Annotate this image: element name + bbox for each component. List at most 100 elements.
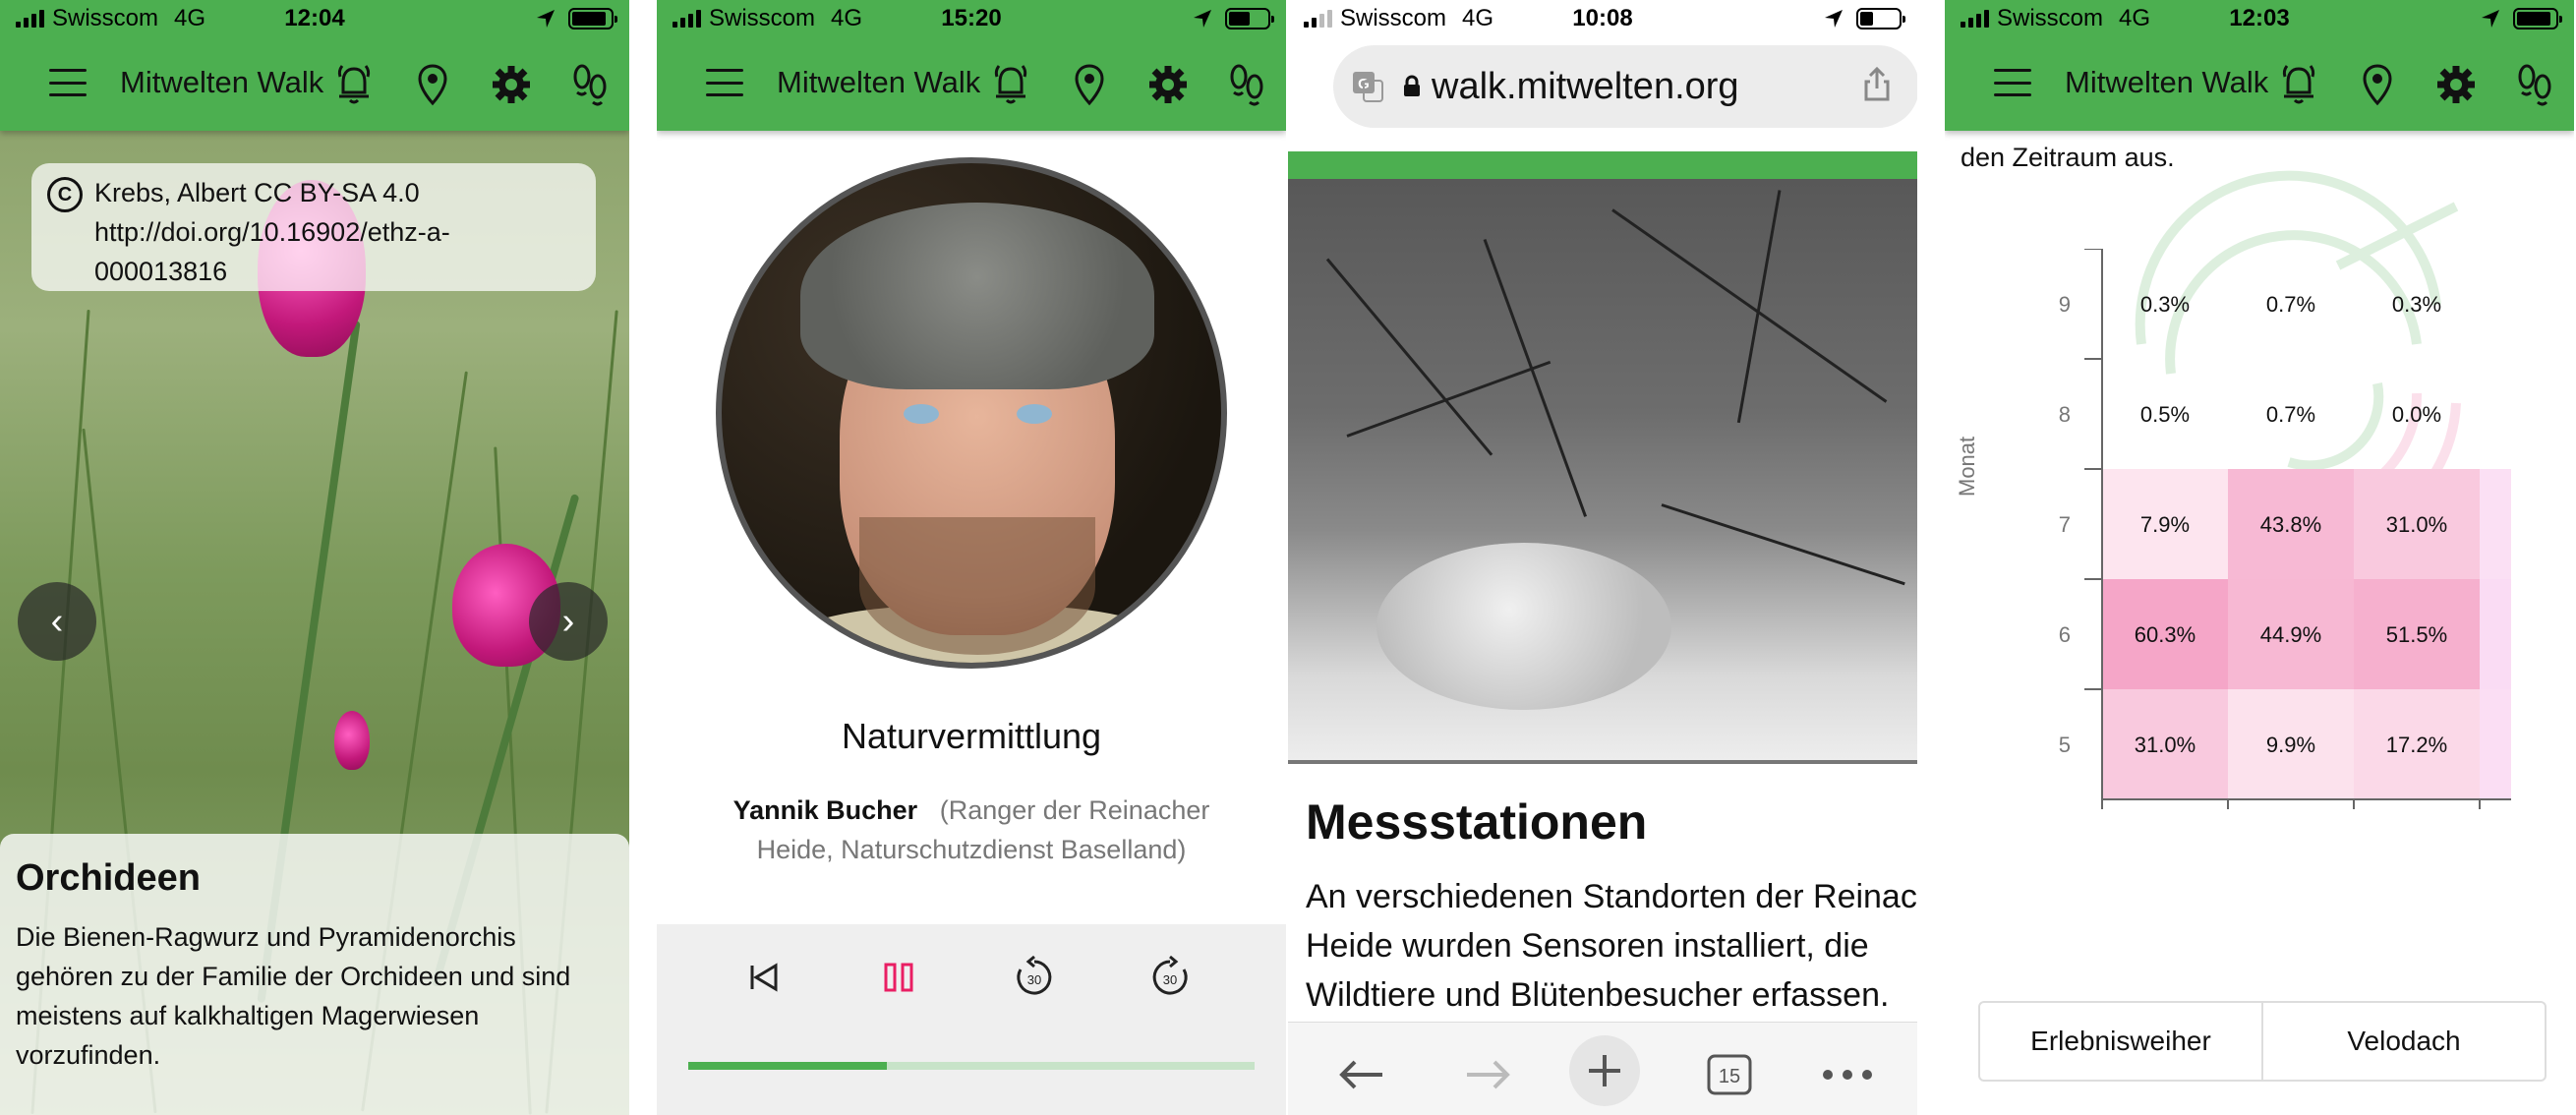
screen-audio-guide: Swisscom 4G 15:20 Mitwelten Walk Naturve… [657,0,1286,1115]
heatmap-cell-label: 60.3% [2135,622,2195,647]
replay-30-icon: 30 [1017,956,1052,995]
heatmap-y-tick-label: 7 [2059,512,2071,537]
heatmap-cell [2480,579,2511,689]
settings-gear-icon[interactable] [1129,61,1207,108]
share-icon[interactable] [1862,66,1892,107]
heatmap-cell-label: 0.7% [2266,292,2315,317]
location-arrow-icon [537,10,555,28]
location-arrow-icon [2482,10,2499,28]
pause-button[interactable] [867,946,930,1009]
heatmap-cell-label: 7.9% [2140,512,2190,537]
carrier-label: Swisscom [52,5,159,31]
speaker-name: Yannik Bucher [732,795,918,825]
network-label: 4G [2119,5,2151,31]
signal-icon [1961,10,1989,28]
app-title: Mitwelten Walk [120,65,324,99]
playback-progress-bar[interactable] [688,1062,1255,1070]
svg-text:30: 30 [1163,972,1177,987]
heatmap-cell-label: 0.5% [2140,402,2190,427]
network-label: 4G [174,5,206,31]
heatmap-cell [2480,359,2511,469]
screen-heatmap: den Zeitraum aus. Swisscom 4G 12:03 Mitw… [1945,0,2574,1115]
chevron-right-icon: › [561,601,575,642]
back-arrow-icon[interactable] [1327,1040,1396,1109]
footprints-icon[interactable] [551,61,629,108]
svg-text:15: 15 [1719,1066,1740,1087]
signal-icon [1304,10,1332,28]
bell-icon[interactable] [315,61,393,108]
heatmap-cell-label: 9.9% [2266,733,2315,757]
battery-icon [2513,8,2562,29]
image-credit: C Krebs, Albert CC BY-SA 4.0 http://doi.… [31,163,596,291]
station-button-erlebnisweiher[interactable]: Erlebnisweiher [1980,1003,2261,1080]
next-image-button[interactable]: › [529,582,608,661]
lock-icon [1404,75,1420,96]
rewind-30-button[interactable]: 30 [1003,946,1066,1009]
article-section: Messstationen An verschiedenen Standorte… [1288,764,1917,1022]
previous-image-button[interactable]: ‹ [18,582,96,661]
article-title: Messstationen [1306,794,1648,850]
wildlife-camera-image [1288,179,1917,764]
menu-icon[interactable] [49,69,87,96]
forward-30-button[interactable]: 30 [1139,946,1201,1009]
article-line: An verschiedenen Standorten der Reinache… [1306,878,1917,915]
browser-address-bar: G walk.mitwelten.org [1288,37,1917,138]
heatmap-chart: 0.3%0.7%0.3%1.0%90.5%0.7%0.0%0.6%87.9%43… [2059,249,2511,809]
heatmap-cell-label: 0.3% [2392,292,2441,317]
menu-icon[interactable] [706,69,743,96]
screen-browser-article: Swisscom 4G 10:08 G walk.mitwelten.org M… [1288,0,1917,1115]
signal-icon [16,10,44,28]
more-options-icon[interactable] [1813,1040,1882,1109]
network-label: 4G [1462,5,1494,31]
location-pin-icon[interactable] [2338,61,2417,108]
forward-30-icon: 30 [1152,956,1188,995]
screen-orchid-story: Swisscom 4G 12:04 Mitwelten Walk C Krebs… [0,0,629,1115]
speaker-info: Yannik Bucher (Ranger der Reinacher Heid… [696,791,1247,869]
plus-icon [1589,1055,1620,1086]
tabs-button[interactable]: 15 [1695,1040,1764,1109]
location-pin-icon[interactable] [1050,61,1129,108]
status-bar: Swisscom 4G 12:04 [0,0,629,37]
skip-to-start-button[interactable] [732,946,794,1009]
location-pin-icon[interactable] [393,61,472,108]
app-header: Swisscom 4G 12:03 Mitwelten Walk [1945,0,2574,131]
heatmap-cell-label: 51.5% [2386,622,2447,647]
translate-icon[interactable]: G [1333,69,1402,104]
chevron-left-icon: ‹ [50,601,64,642]
app-header: Swisscom 4G 15:20 Mitwelten Walk [657,0,1286,131]
heatmap-cell-label: 0.7% [2266,402,2315,427]
bell-icon[interactable] [2259,61,2338,108]
station-button-velodach[interactable]: Velodach [2261,1003,2545,1080]
forward-arrow-icon[interactable] [1453,1040,1522,1109]
site-header-strip [1288,151,1917,179]
menu-icon[interactable] [1994,69,2031,96]
signal-icon [673,10,701,28]
carrier-label: Swisscom [1340,5,1447,31]
heatmap-cell-label: 31.0% [2135,733,2195,757]
bell-icon[interactable] [971,61,1050,108]
heatmap-cell-label: 0.0% [2392,402,2441,427]
pause-icon [884,963,913,992]
url-text: walk.mitwelten.org [1432,65,1739,107]
credit-text: Krebs, Albert CC BY-SA 4.0 http://doi.or… [94,178,450,286]
battery-icon [1225,8,1274,29]
app-title: Mitwelten Walk [777,65,981,99]
network-label: 4G [831,5,863,31]
heatmap-cell [2480,689,2511,799]
heatmap-cell-label: 43.8% [2260,512,2321,537]
heatmap-cell-label: 44.9% [2260,622,2321,647]
ranger-portrait [716,157,1227,669]
footprints-icon[interactable] [2495,61,2574,108]
heatmap-cell-label: 17.2% [2386,733,2447,757]
status-bar: Swisscom 4G 15:20 [657,0,1286,37]
story-text: Die Bienen-Ragwurz und Pyramidenorchis g… [16,922,571,1070]
location-arrow-icon [1194,10,1211,28]
new-tab-button[interactable] [1569,1035,1640,1106]
settings-gear-icon[interactable] [472,61,551,108]
settings-gear-icon[interactable] [2417,61,2495,108]
footprints-icon[interactable] [1207,61,1286,108]
heatmap-cell-label: 0.3% [2140,292,2190,317]
url-field[interactable]: G walk.mitwelten.org [1333,45,1917,128]
section-title: Naturvermittlung [841,716,1102,756]
battery-icon [1856,8,1905,29]
